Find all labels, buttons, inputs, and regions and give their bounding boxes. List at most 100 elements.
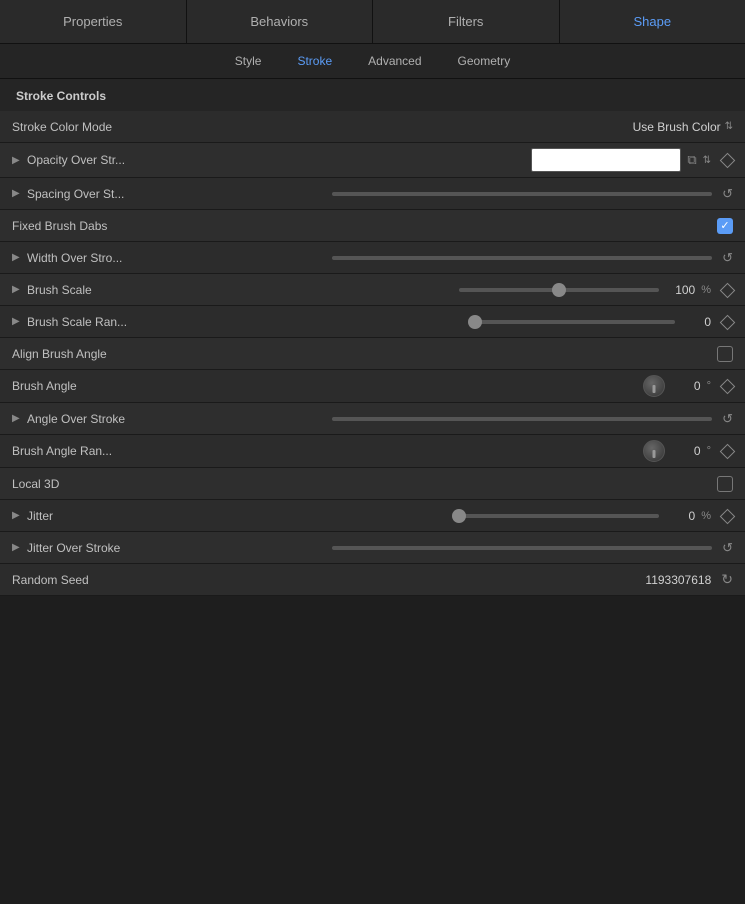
keyframe-diamond-icon[interactable] xyxy=(721,510,733,522)
sub-tabs-bar: Style Stroke Advanced Geometry xyxy=(0,44,745,79)
expand-arrow-icon[interactable]: ▶ xyxy=(12,284,22,295)
spacing-over-stroke-label: ▶ Spacing Over St... xyxy=(12,187,187,201)
brush-angle-unit: ° xyxy=(707,380,711,392)
stroke-controls-panel: Stroke Color Mode Use Brush Color ⇅ ▶ Op… xyxy=(0,111,745,596)
align-brush-angle-checkbox[interactable] xyxy=(717,346,733,362)
brush-scale-label: ▶ Brush Scale xyxy=(12,283,187,297)
spacing-slider[interactable] xyxy=(332,192,712,196)
brush-scale-range-control: 0 xyxy=(187,315,733,329)
local-3d-checkbox[interactable] xyxy=(717,476,733,492)
refresh-icon[interactable]: ↻ xyxy=(721,571,733,588)
opacity-over-stroke-row: ▶ Opacity Over Str... ⧉ ⇅ xyxy=(0,143,745,178)
brush-scale-slider[interactable] xyxy=(459,288,659,292)
expand-arrow-icon[interactable]: ▶ xyxy=(12,542,22,553)
top-tabs-bar: Properties Behaviors Filters Shape xyxy=(0,0,745,44)
local-3d-row: Local 3D xyxy=(0,468,745,500)
keyframe-diamond-icon[interactable] xyxy=(721,284,733,296)
brush-scale-control: 100 % xyxy=(187,283,733,297)
keyframe-diamond-icon[interactable] xyxy=(721,154,733,166)
tab-properties[interactable]: Properties xyxy=(0,0,187,43)
random-seed-row: Random Seed 1193307618 ↻ xyxy=(0,564,745,596)
expand-arrow-icon[interactable]: ▶ xyxy=(12,413,22,424)
subtab-style[interactable]: Style xyxy=(231,52,266,70)
brush-scale-range-row: ▶ Brush Scale Ran... 0 xyxy=(0,306,745,338)
jitter-over-stroke-row: ▶ Jitter Over Stroke ↺ xyxy=(0,532,745,564)
width-over-stroke-control: ↺ xyxy=(187,250,733,266)
brush-angle-value: 0 xyxy=(671,379,701,393)
width-over-stroke-row: ▶ Width Over Stro... ↺ xyxy=(0,242,745,274)
tab-behaviors[interactable]: Behaviors xyxy=(187,0,374,43)
jitter-over-stroke-label: ▶ Jitter Over Stroke xyxy=(12,541,187,555)
tab-filters[interactable]: Filters xyxy=(373,0,560,43)
width-slider[interactable] xyxy=(332,256,712,260)
random-seed-label: Random Seed xyxy=(12,573,187,587)
brush-angle-range-dial[interactable] xyxy=(643,440,665,462)
keyframe-diamond-icon[interactable] xyxy=(721,445,733,457)
jitter-row: ▶ Jitter 0 % xyxy=(0,500,745,532)
brush-scale-unit: % xyxy=(701,284,711,296)
spacing-over-stroke-row: ▶ Spacing Over St... ↺ xyxy=(0,178,745,210)
jitter-thumb[interactable] xyxy=(452,509,466,523)
brush-scale-row: ▶ Brush Scale 100 % xyxy=(0,274,745,306)
reset-icon[interactable]: ↺ xyxy=(722,540,733,556)
keyframe-diamond-icon[interactable] xyxy=(721,316,733,328)
angle-over-stroke-row: ▶ Angle Over Stroke ↺ xyxy=(0,403,745,435)
angle-over-stroke-slider[interactable] xyxy=(332,417,712,421)
random-seed-control: 1193307618 ↻ xyxy=(187,571,733,588)
fixed-brush-dabs-control[interactable]: ✓ xyxy=(187,218,733,234)
copy-icon[interactable]: ⧉ xyxy=(687,152,696,168)
fixed-brush-dabs-checkbox[interactable]: ✓ xyxy=(717,218,733,234)
random-seed-value: 1193307618 xyxy=(645,573,711,587)
jitter-unit: % xyxy=(701,510,711,522)
subtab-geometry[interactable]: Geometry xyxy=(454,52,515,70)
expand-arrow-icon[interactable]: ▶ xyxy=(12,252,22,263)
brush-angle-label: Brush Angle xyxy=(12,379,187,393)
brush-angle-control: 0 ° xyxy=(187,375,733,397)
stroke-color-mode-label: Stroke Color Mode xyxy=(12,120,187,134)
reset-icon[interactable]: ↺ xyxy=(722,186,733,202)
brush-scale-thumb[interactable] xyxy=(552,283,566,297)
brush-angle-range-value: 0 xyxy=(671,444,701,458)
jitter-over-stroke-slider[interactable] xyxy=(332,546,712,550)
brush-angle-range-row: Brush Angle Ran... 0 ° xyxy=(0,435,745,468)
spacing-over-stroke-control: ↺ xyxy=(187,186,733,202)
brush-scale-value: 100 xyxy=(665,283,695,297)
stroke-color-mode-row: Stroke Color Mode Use Brush Color ⇅ xyxy=(0,111,745,143)
opacity-color-swatch[interactable] xyxy=(531,148,681,172)
swatch-chevron-icon[interactable]: ⇅ xyxy=(703,155,711,166)
jitter-value: 0 xyxy=(665,509,695,523)
jitter-control: 0 % xyxy=(187,509,733,523)
align-brush-angle-control[interactable] xyxy=(187,346,733,362)
brush-scale-range-thumb[interactable] xyxy=(468,315,482,329)
reset-icon[interactable]: ↺ xyxy=(722,411,733,427)
opacity-over-stroke-control: ⧉ ⇅ xyxy=(187,148,733,172)
angle-over-stroke-control: ↺ xyxy=(187,411,733,427)
brush-angle-range-control: 0 ° xyxy=(187,440,733,462)
subtab-stroke[interactable]: Stroke xyxy=(293,52,336,70)
brush-scale-range-label: ▶ Brush Scale Ran... xyxy=(12,315,187,329)
subtab-advanced[interactable]: Advanced xyxy=(364,52,425,70)
expand-arrow-icon[interactable]: ▶ xyxy=(12,316,22,327)
opacity-over-stroke-label: ▶ Opacity Over Str... xyxy=(12,153,187,167)
expand-arrow-icon[interactable]: ▶ xyxy=(12,510,22,521)
width-over-stroke-label: ▶ Width Over Stro... xyxy=(12,251,187,265)
reset-icon[interactable]: ↺ xyxy=(722,250,733,266)
keyframe-diamond-icon[interactable] xyxy=(721,380,733,392)
align-brush-angle-row: Align Brush Angle xyxy=(0,338,745,370)
expand-arrow-icon[interactable]: ▶ xyxy=(12,155,22,166)
jitter-over-stroke-control: ↺ xyxy=(187,540,733,556)
expand-arrow-icon[interactable]: ▶ xyxy=(12,188,22,199)
local-3d-label: Local 3D xyxy=(12,477,187,491)
stroke-color-mode-dropdown[interactable]: Use Brush Color ⇅ xyxy=(633,120,733,134)
brush-angle-row: Brush Angle 0 ° xyxy=(0,370,745,403)
fixed-brush-dabs-row: Fixed Brush Dabs ✓ xyxy=(0,210,745,242)
jitter-slider[interactable] xyxy=(459,514,659,518)
tab-shape[interactable]: Shape xyxy=(560,0,745,43)
section-header: Stroke Controls xyxy=(0,79,745,111)
brush-angle-dial[interactable] xyxy=(643,375,665,397)
fixed-brush-dabs-label: Fixed Brush Dabs xyxy=(12,219,187,233)
local-3d-control[interactable] xyxy=(187,476,733,492)
brush-scale-range-slider[interactable] xyxy=(475,320,675,324)
brush-scale-range-value: 0 xyxy=(681,315,711,329)
stroke-color-mode-control[interactable]: Use Brush Color ⇅ xyxy=(187,120,733,134)
